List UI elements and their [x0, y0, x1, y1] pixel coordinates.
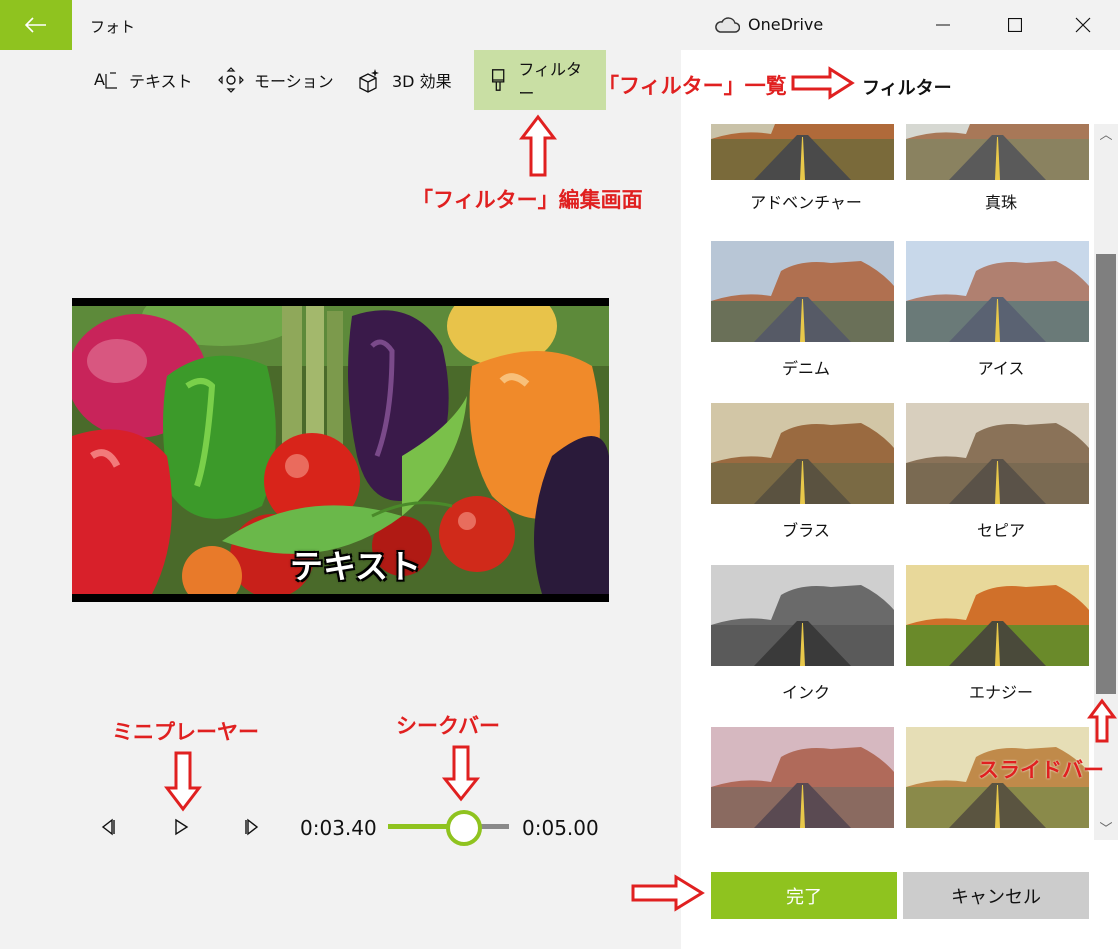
next-frame-button[interactable]	[242, 817, 262, 841]
annotation-arrow-down-icon	[164, 751, 202, 812]
annotation-arrow-up-icon	[1087, 698, 1117, 743]
video-preview: テキスト	[72, 298, 609, 602]
play-icon	[175, 818, 189, 836]
maximize-button[interactable]	[992, 0, 1038, 50]
filter-thumbnail	[906, 241, 1089, 342]
seek-thumb[interactable]	[446, 810, 482, 846]
tool-3d-effects-label: 3D 効果	[392, 72, 452, 91]
filter-option-label: セピア	[976, 521, 1025, 540]
step-forward-icon	[245, 818, 259, 836]
scroll-down-icon[interactable]: ﹀	[1094, 820, 1118, 840]
annotation-filter-list: 「フィルター」一覧	[598, 74, 787, 98]
filter-thumbnail	[906, 124, 1089, 180]
filter-panel-title: フィルター	[862, 78, 952, 99]
onedrive-indicator[interactable]: OneDrive	[714, 15, 823, 34]
filter-thumbnail	[711, 241, 894, 342]
filter-option-sepia[interactable]: セピア	[906, 403, 1092, 555]
current-time: 0:03.40	[300, 816, 377, 840]
svg-text:A: A	[94, 70, 105, 89]
annotation-mini-player: ミニプレーヤー	[112, 720, 259, 744]
tool-filter[interactable]: フィルター	[474, 50, 606, 110]
minimize-button[interactable]	[920, 0, 966, 50]
app-title: フォト	[90, 18, 136, 36]
scrollbar-thumb[interactable]	[1096, 254, 1116, 694]
vegetable-photo: テキスト	[72, 306, 609, 594]
filter-option-brass[interactable]: ブラス	[711, 403, 901, 555]
annotation-filter-edit-screen: 「フィルター」編集画面	[412, 188, 643, 212]
filter-brush-icon	[491, 69, 505, 91]
preview-overlay-text: テキスト	[290, 547, 422, 586]
annotation-slide-bar: スライドバー	[978, 758, 1104, 782]
filter-option-label: エナジー	[968, 683, 1033, 702]
annotation-arrow-right-icon	[791, 66, 855, 100]
filter-option-rose[interactable]	[711, 727, 901, 830]
onedrive-label: OneDrive	[748, 15, 824, 34]
filter-thumbnail	[711, 403, 894, 504]
filter-option-label: ブラス	[782, 521, 830, 540]
filter-thumbnail	[906, 565, 1089, 666]
tool-text-label: テキスト	[129, 72, 193, 91]
tool-motion[interactable]: モーション	[204, 50, 348, 110]
total-time: 0:05.00	[522, 816, 599, 840]
filter-option-energy[interactable]: エナジー	[906, 565, 1092, 717]
filter-list[interactable]: アドベンチャー 真珠デニム アイスブラス セピアインク エナジー	[702, 124, 1092, 830]
3d-effects-icon	[359, 69, 379, 93]
scroll-up-icon[interactable]: ︿	[1094, 126, 1118, 146]
back-button[interactable]	[0, 0, 72, 50]
tool-motion-label: モーション	[254, 72, 334, 91]
filter-option-ink[interactable]: インク	[711, 565, 901, 717]
close-icon	[1075, 17, 1091, 33]
play-button[interactable]	[171, 817, 191, 841]
close-button[interactable]	[1060, 0, 1106, 50]
filter-thumbnail	[711, 565, 894, 666]
motion-icon	[218, 67, 244, 93]
tool-filter-label: フィルター	[518, 60, 583, 103]
annotation-arrow-down-icon	[442, 745, 480, 802]
minimize-icon	[936, 24, 950, 26]
tool-text[interactable]: A テキスト	[79, 50, 207, 110]
filter-option-ice[interactable]: アイス	[906, 241, 1092, 393]
filter-option-label: デニム	[781, 359, 830, 378]
filter-option-label: アイス	[977, 359, 1025, 378]
done-button[interactable]: 完了	[711, 872, 897, 919]
annotation-arrow-right-icon	[631, 874, 705, 912]
annotation-arrow-up-icon	[519, 114, 557, 177]
step-back-icon	[101, 818, 115, 836]
text-icon: A	[94, 70, 117, 89]
cloud-icon	[715, 16, 740, 33]
filter-option-label: インク	[781, 683, 830, 702]
filter-thumbnail	[906, 403, 1089, 504]
maximize-icon	[1008, 18, 1022, 32]
cancel-button[interactable]: キャンセル	[903, 872, 1089, 919]
filter-thumbnail	[711, 727, 894, 828]
filter-thumbnail	[711, 124, 894, 180]
tool-3d-effects[interactable]: 3D 効果	[342, 50, 466, 110]
annotation-seek-bar: シークバー	[396, 714, 500, 738]
previous-frame-button[interactable]	[98, 817, 118, 841]
filter-option-label: アドベンチャー	[750, 193, 862, 212]
arrow-left-icon	[25, 17, 46, 33]
filter-option-label: 真珠	[984, 193, 1017, 212]
filter-option-denim[interactable]: デニム	[711, 241, 901, 393]
